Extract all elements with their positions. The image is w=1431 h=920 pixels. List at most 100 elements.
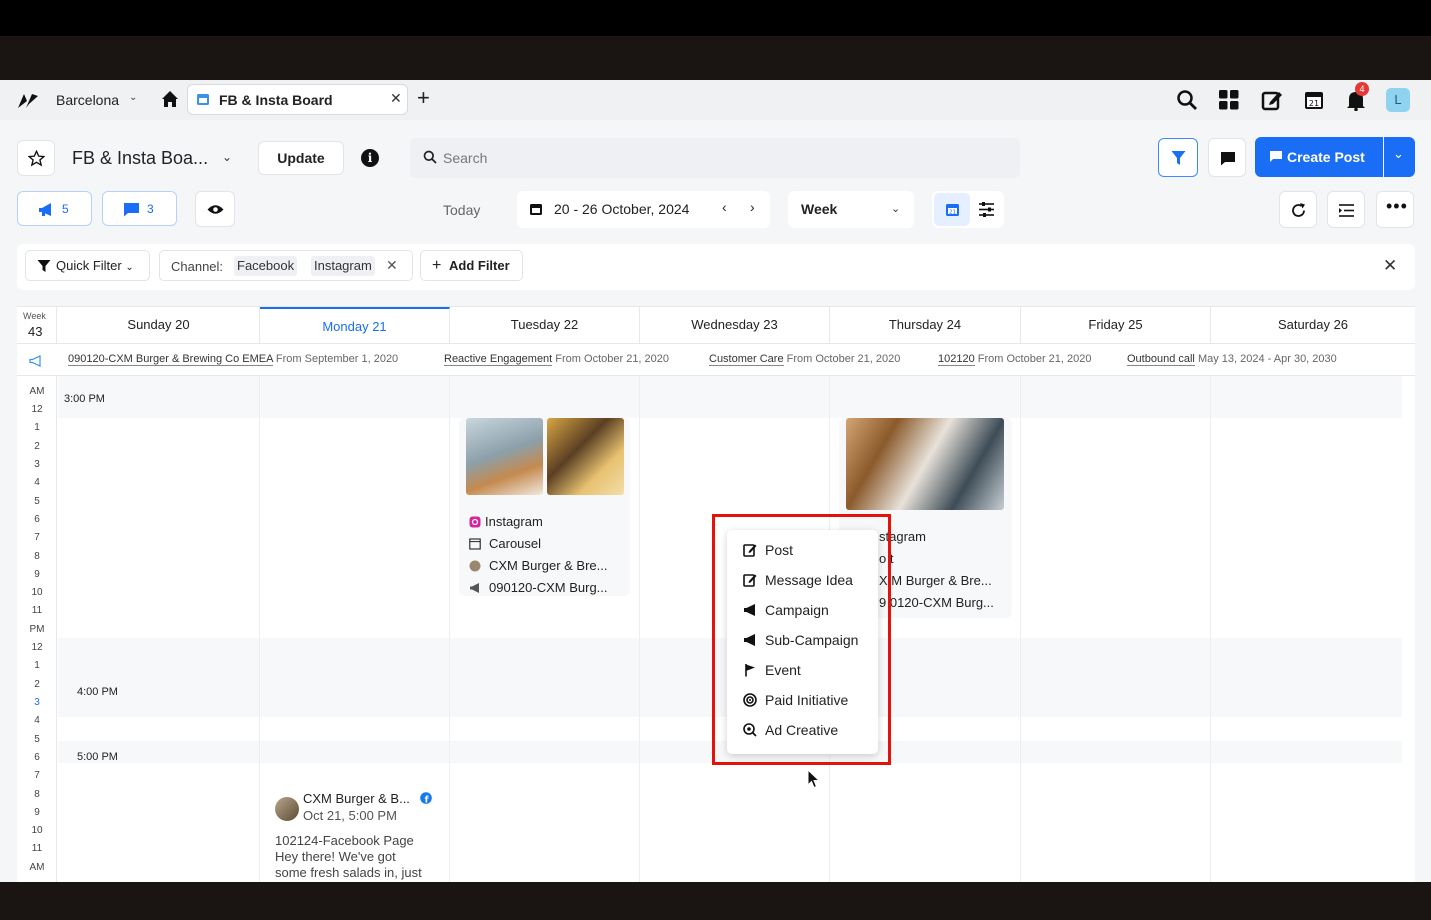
close-icon[interactable]: ✕ (390, 90, 402, 107)
hour-label: 5 (34, 734, 40, 745)
filter-bar: Quick Filter ⌄ Channel: Facebook Instagr… (17, 244, 1415, 290)
quick-filter-button[interactable]: Quick Filter ⌄ (25, 250, 150, 281)
close-icon[interactable]: ✕ (1383, 256, 1397, 276)
refresh-icon (1292, 203, 1305, 217)
chevron-down-icon[interactable]: ⌄ (222, 150, 232, 164)
hour-label: 6 (34, 514, 40, 525)
post-text: Hey there! We've got (275, 849, 396, 864)
week-label: Week (23, 311, 46, 321)
hour-label: 1 (34, 660, 40, 671)
page-title[interactable]: FB & Insta Boa... (72, 148, 208, 169)
visibility-button[interactable] (195, 191, 235, 227)
hour-label: 9 (34, 807, 40, 818)
refresh-button[interactable] (1279, 191, 1317, 228)
hour-label: 8 (34, 789, 40, 800)
add-filter-button[interactable]: + Add Filter (420, 250, 523, 281)
hour-label: 2 (34, 441, 40, 452)
messages-button[interactable]: 3 (102, 191, 177, 226)
time-slot-label: 4:00 PM (77, 686, 118, 698)
chevron-down-icon: ⌄ (1393, 146, 1404, 161)
favorite-button[interactable] (17, 140, 55, 176)
compose-icon[interactable] (1261, 89, 1283, 111)
post-card[interactable]: Instagram Carousel CXM Burger & Bre... 0… (459, 418, 630, 596)
campaigns-button[interactable]: 5 (17, 191, 92, 226)
day-header-sunday[interactable]: Sunday 20 (58, 307, 260, 343)
campaign-item[interactable]: 102120 From October 21, 2020 (938, 353, 1092, 366)
hour-label: 4 (34, 715, 40, 726)
search-icon[interactable] (1176, 89, 1198, 111)
view-mode-select[interactable]: Week ⌄ (788, 191, 914, 228)
date-range-label: 20 - 26 October, 2024 (554, 201, 690, 217)
tab-bar: Barcelona ⌄ FB & Insta Board ✕ + 21 4 L (0, 80, 1431, 120)
quick-filter-label: Quick Filter (56, 258, 122, 273)
post-account: CXM Burger & B... (303, 791, 410, 806)
week-number: 43 (28, 324, 43, 339)
add-tab-icon[interactable]: + (417, 85, 430, 111)
campaign-item[interactable]: 090120-CXM Burger & Brewing Co EMEA From… (68, 353, 398, 366)
calendar-icon[interactable]: 21 (1303, 89, 1325, 111)
more-options-button[interactable]: ••• (1376, 191, 1414, 228)
channel-filter-label: Channel: (171, 259, 224, 274)
filter-button[interactable] (1158, 138, 1198, 177)
post-channel: Instagram (485, 514, 543, 529)
date-range-picker[interactable]: 20 - 26 October, 2024 ‹ › (517, 191, 770, 228)
list-view-button[interactable] (1327, 191, 1365, 228)
calendar-view-button[interactable]: 21 (934, 193, 970, 226)
chevron-right-icon[interactable]: › (750, 199, 755, 215)
today-button[interactable]: Today (443, 202, 480, 218)
tab-label: FB & Insta Board (219, 92, 333, 108)
hour-label: 10 (31, 587, 43, 598)
post-image (466, 418, 543, 495)
plus-icon: + (432, 257, 442, 274)
calendar-icon (530, 204, 542, 215)
post-text: 102124-Facebook Page (275, 833, 414, 848)
apps-grid-icon[interactable] (1218, 89, 1240, 111)
campaign-item[interactable]: Reactive Engagement From October 21, 202… (444, 353, 669, 366)
hour-label: 2 (34, 679, 40, 690)
time-slot-label: 5:00 PM (77, 751, 118, 763)
screen-top-frame (0, 36, 1431, 80)
day-divider (449, 376, 450, 882)
search-input[interactable]: Search (410, 138, 1020, 178)
close-icon[interactable]: ✕ (386, 257, 398, 274)
hour-label: 11 (31, 605, 43, 616)
campaign-item[interactable]: Outbound call May 13, 2024 - Apr 30, 203… (1127, 353, 1337, 366)
megaphone-icon (29, 355, 41, 367)
view-mode-label: Week (801, 201, 838, 217)
day-header-friday[interactable]: Friday 25 (1021, 307, 1211, 343)
hour-label: 3 (34, 459, 40, 470)
tab-fb-insta-board[interactable]: FB & Insta Board ✕ (187, 84, 408, 115)
channel-filter[interactable]: Channel: Facebook Instagram ✕ (159, 250, 413, 281)
time-slot-label: 3:00 PM (64, 393, 105, 405)
post-card[interactable]: CXM Burger & B... f Oct 21, 5:00 PM 1021… (268, 783, 439, 882)
hour-label: AM (29, 862, 45, 873)
day-header-thursday[interactable]: Thursday 24 (830, 307, 1021, 343)
chevron-down-icon[interactable]: ⌄ (129, 92, 137, 103)
star-icon (28, 150, 45, 167)
day-header-saturday[interactable]: Saturday 26 (1211, 307, 1415, 343)
workspace-selector[interactable]: Barcelona (56, 92, 119, 108)
add-filter-label: Add Filter (449, 258, 510, 273)
day-divider (1020, 376, 1021, 882)
avatar[interactable]: L (1386, 88, 1410, 112)
screen-top-bar (0, 0, 1431, 36)
facebook-icon: f (420, 792, 432, 804)
day-divider (639, 376, 640, 882)
home-icon[interactable] (160, 89, 180, 109)
info-icon[interactable]: i (361, 149, 379, 167)
day-header-monday[interactable]: Monday 21 (260, 307, 450, 343)
comments-button[interactable] (1208, 138, 1246, 177)
campaign-item[interactable]: Customer Care From October 21, 2020 (709, 353, 900, 366)
chevron-left-icon[interactable]: ‹ (722, 199, 727, 215)
hour-label: 11 (31, 843, 43, 854)
create-post-dropdown[interactable]: ⌄ (1384, 137, 1415, 177)
post-campaign: 090120-CXM Burg... (489, 580, 608, 595)
highlight-annotation (712, 514, 891, 765)
day-header-tuesday[interactable]: Tuesday 22 (450, 307, 640, 343)
day-header-wednesday[interactable]: Wednesday 23 (640, 307, 830, 343)
create-post-button[interactable]: Create Post (1255, 137, 1383, 177)
update-button[interactable]: Update (258, 141, 344, 175)
app-window: Barcelona ⌄ FB & Insta Board ✕ + 21 4 L … (0, 80, 1431, 882)
post-text: some fresh salads in, just (275, 865, 422, 880)
settings-sliders-icon[interactable] (978, 201, 995, 218)
